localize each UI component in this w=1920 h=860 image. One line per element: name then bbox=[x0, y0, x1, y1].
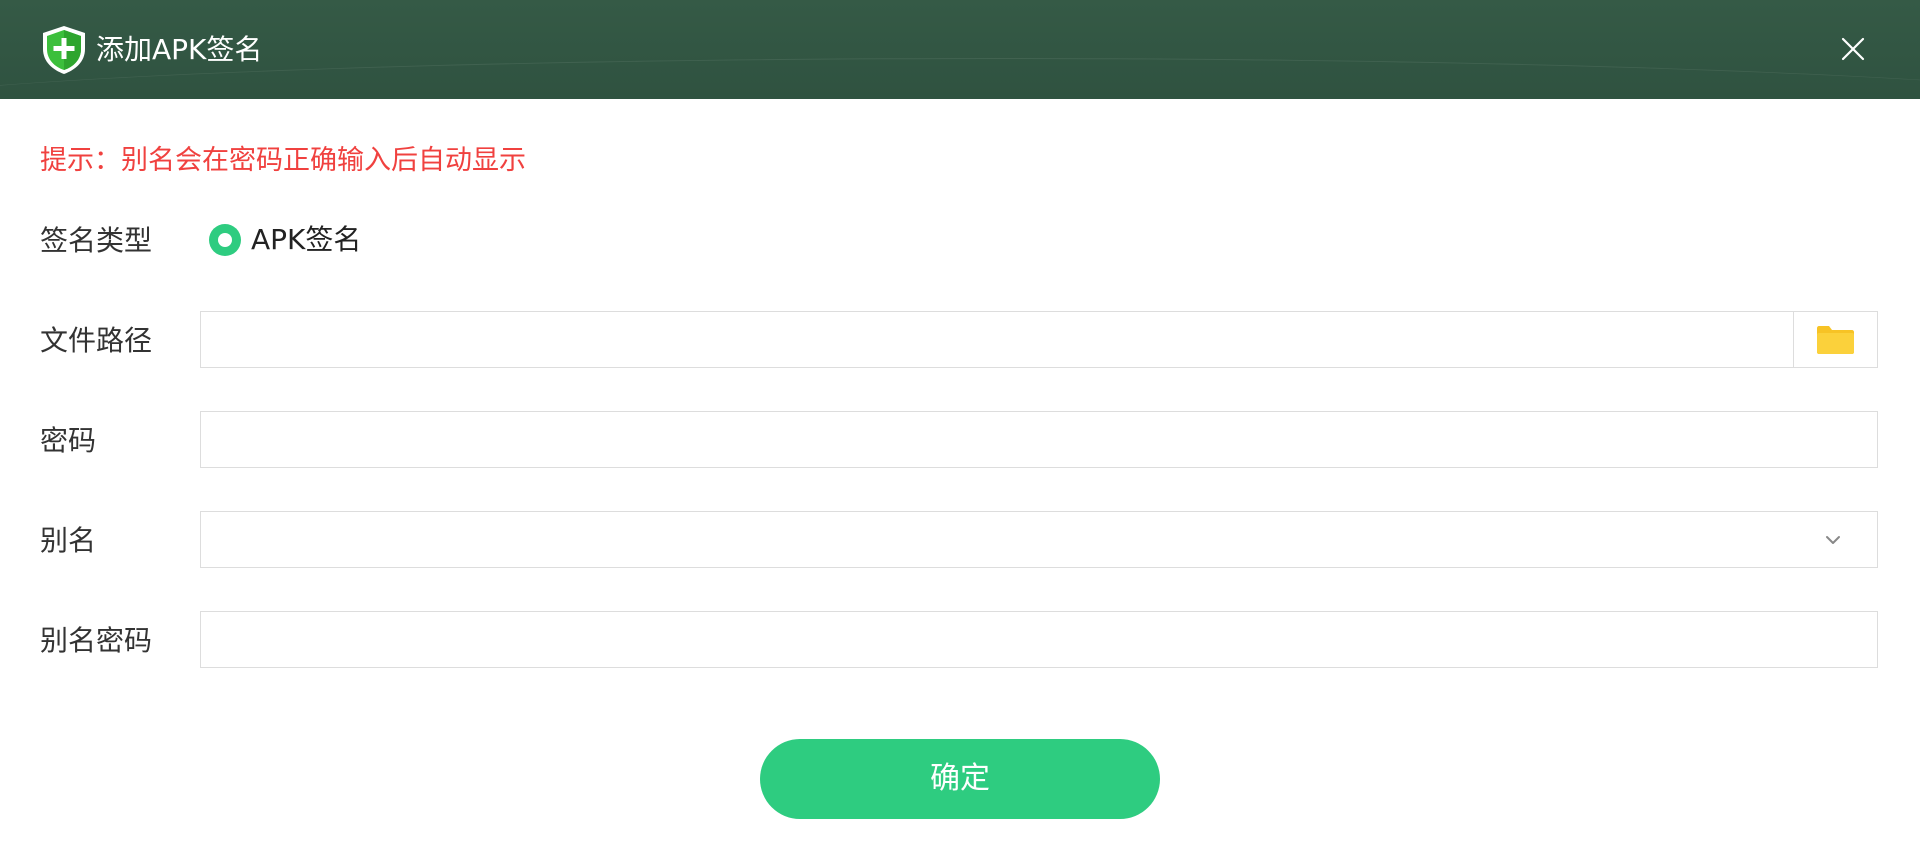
dialog-title: 添加APK签名 bbox=[96, 33, 263, 66]
file-path-input[interactable] bbox=[201, 312, 1795, 367]
password-label: 密码 bbox=[40, 424, 97, 457]
alias-select[interactable] bbox=[200, 511, 1878, 568]
alias-password-field bbox=[200, 611, 1878, 668]
hint-text: 提示：别名会在密码正确输入后自动显示 bbox=[40, 145, 526, 176]
file-path-label: 文件路径 bbox=[40, 324, 153, 357]
add-apk-signature-dialog: 添加APK签名 提示：别名会在密码正确输入后自动显示 签名类型 APK签名 文件… bbox=[0, 0, 1920, 860]
close-button[interactable] bbox=[1838, 34, 1868, 64]
shield-plus-icon bbox=[43, 26, 85, 74]
alias-password-label: 别名密码 bbox=[40, 624, 153, 657]
apk-signature-radio-label[interactable]: APK签名 bbox=[251, 222, 361, 258]
apk-signature-radio[interactable] bbox=[209, 224, 241, 256]
alias-password-input[interactable] bbox=[201, 612, 1877, 667]
password-input[interactable] bbox=[201, 412, 1877, 467]
file-path-field bbox=[200, 311, 1878, 368]
title-bar-sheen bbox=[0, 58, 1920, 99]
radio-selected-dot bbox=[218, 233, 232, 247]
chevron-down-icon bbox=[1826, 536, 1840, 544]
password-field bbox=[200, 411, 1878, 468]
confirm-button[interactable]: 确定 bbox=[760, 739, 1160, 819]
browse-file-button[interactable] bbox=[1793, 312, 1877, 367]
alias-label: 别名 bbox=[40, 524, 97, 557]
folder-icon bbox=[1817, 326, 1854, 354]
title-bar: 添加APK签名 bbox=[0, 0, 1920, 99]
signature-type-label: 签名类型 bbox=[40, 224, 153, 257]
